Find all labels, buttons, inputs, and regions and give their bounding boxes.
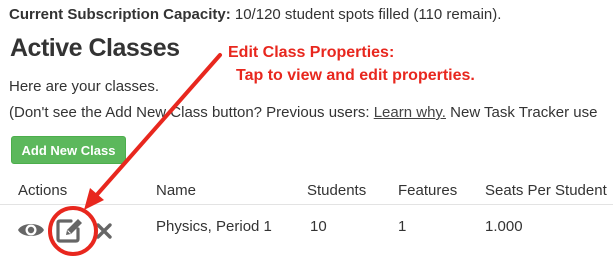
subscription-capacity: Current Subscription Capacity: 10/120 st… <box>9 6 501 23</box>
add-class-note: (Don't see the Add New Class button? Pre… <box>9 104 597 121</box>
note-suffix: New Task Tracker use <box>445 104 598 121</box>
seats-per-student-cell: 1.000 <box>485 218 523 235</box>
column-header-features: Features <box>398 182 458 199</box>
column-header-name: Name <box>156 182 197 199</box>
features-cell: 1 <box>398 218 407 235</box>
edit-highlight-circle <box>48 206 98 256</box>
column-header-students: Students <box>307 182 367 199</box>
class-name-cell[interactable]: Physics, Period 1 <box>156 218 272 235</box>
note-prefix: (Don't see the Add New Class button? Pre… <box>9 104 374 121</box>
annotation-subtitle: Tap to view and edit properties. <box>236 67 475 84</box>
capacity-label: Current Subscription Capacity: <box>9 6 231 23</box>
eye-icon[interactable] <box>17 219 45 241</box>
intro-text: Here are your classes. <box>9 78 160 95</box>
add-new-class-button[interactable]: Add New Class <box>11 136 126 164</box>
students-cell: 10 <box>310 218 327 235</box>
table-header-divider <box>0 204 613 205</box>
page-title: Active Classes <box>10 34 180 62</box>
column-header-actions: Actions <box>18 182 68 199</box>
capacity-value: 10/120 student spots filled (110 remain)… <box>234 6 502 23</box>
annotation-title: Edit Class Properties: <box>228 44 395 61</box>
learn-why-link[interactable]: Learn why. <box>374 104 446 121</box>
column-header-seats-per-student: Seats Per Student <box>485 182 607 199</box>
